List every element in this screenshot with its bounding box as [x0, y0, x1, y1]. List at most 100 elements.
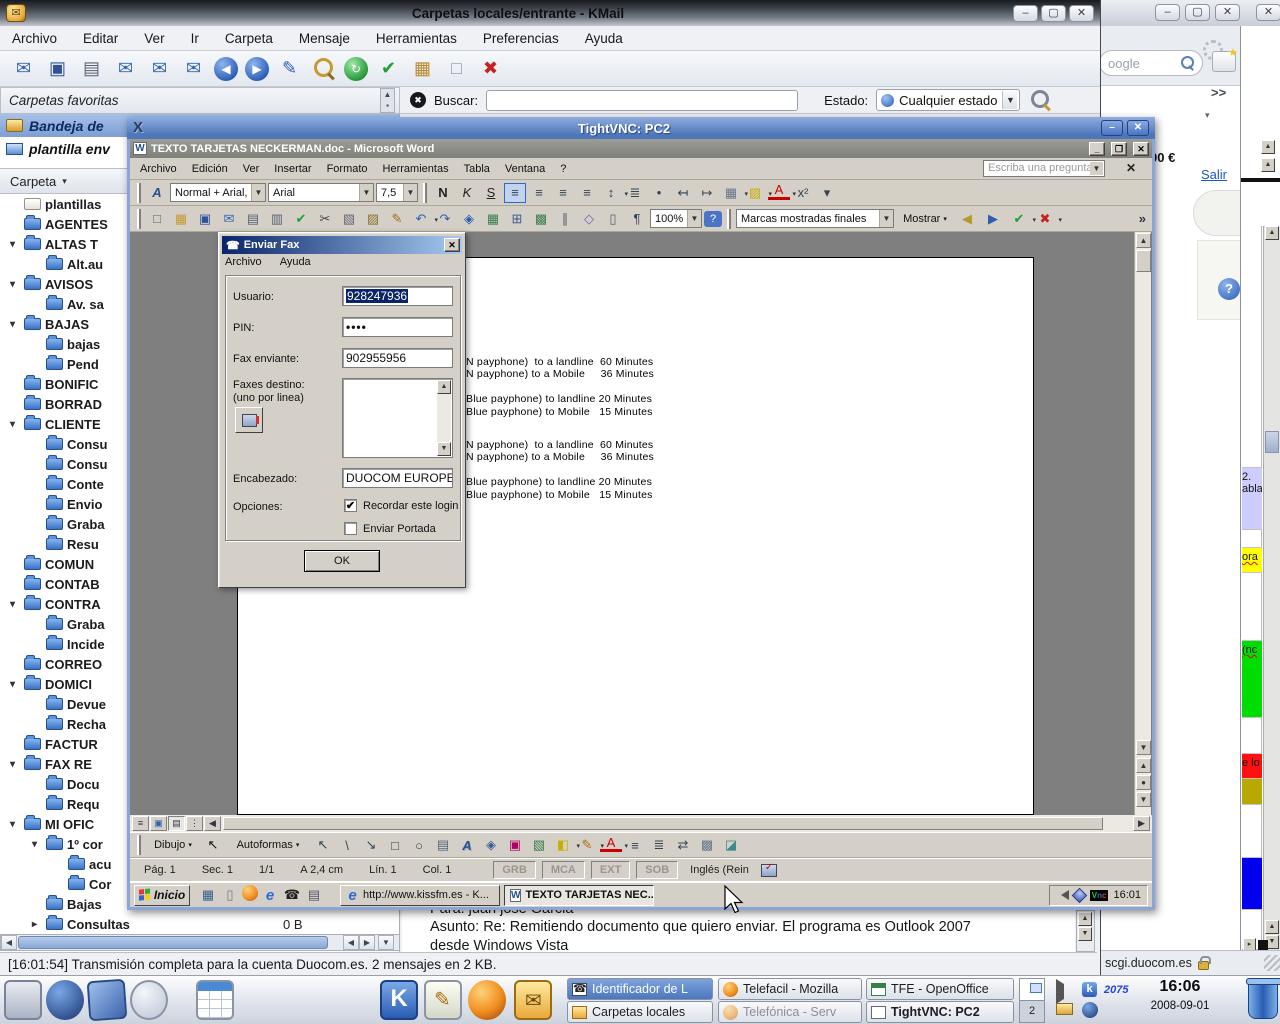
toolbar-overflow-icon[interactable]: >>	[1211, 85, 1226, 100]
revision-marks-combo[interactable]: Marcas mostradas finales▼	[736, 209, 894, 228]
task-identificador[interactable]: Identificador de L	[567, 978, 713, 1000]
ok-button[interactable]: OK	[304, 550, 380, 572]
spreadsheet-icon[interactable]	[196, 980, 234, 1020]
kmail-maximize-button[interactable]: ▢	[1041, 5, 1066, 22]
check-mail-icon[interactable]: ✉	[112, 55, 139, 82]
task-telefonica[interactable]: Telefónica - Serv	[718, 1001, 862, 1023]
line-color-icon[interactable]: ✎	[576, 835, 598, 855]
next-change-icon[interactable]: ▶	[982, 209, 1004, 229]
scroll-up-icon[interactable]: ▲	[1265, 226, 1279, 240]
accept-change-icon[interactable]: ✔	[1008, 209, 1030, 229]
diagram-icon[interactable]: ◈	[480, 835, 502, 855]
wordart-icon[interactable]: A	[456, 835, 478, 855]
word-close-button[interactable]: ✕	[1133, 142, 1149, 156]
pager-desktop-2[interactable]: 2	[1020, 1001, 1044, 1022]
clear-search-icon[interactable]: ✖	[410, 92, 426, 108]
folder-tree-item[interactable]: Consultas 0 B	[0, 914, 399, 934]
drawing-icon[interactable]: ◇	[578, 209, 600, 229]
browse-prev-icon[interactable]: ▲	[1136, 758, 1151, 773]
folder-horizontal-scrollbar[interactable]: ◀ ◀ ▶ ▼	[0, 934, 400, 951]
openoffice-icon[interactable]	[130, 980, 168, 1020]
approve-icon[interactable]: ✔	[375, 55, 402, 82]
bg-maximize-button[interactable]: ▢	[1185, 4, 1210, 21]
update-folder-icon[interactable]: ↻	[344, 57, 368, 81]
reject-change-icon[interactable]: ✖	[1034, 209, 1056, 229]
rectangle-icon[interactable]: □	[384, 835, 406, 855]
autoformas-dropdown[interactable]: Autoformas ▾	[226, 835, 310, 855]
word-menu-item[interactable]: Tabla	[464, 163, 490, 175]
sheet-cell[interactable]	[1242, 430, 1262, 468]
word-menu-item[interactable]: Ver	[243, 163, 260, 175]
trash-icon[interactable]	[1248, 981, 1278, 1019]
word-menu-item[interactable]: ?	[560, 163, 566, 175]
favorites-scrollbar[interactable]: ▲▪	[380, 88, 395, 113]
resize-grip[interactable]	[1264, 955, 1280, 971]
highlight-icon[interactable]: ▨	[744, 183, 766, 203]
sheet-cell[interactable]	[1242, 858, 1262, 910]
kwrite-icon[interactable]	[424, 980, 462, 1020]
outline-view-icon[interactable]: ⋮	[186, 816, 203, 831]
vnc-minimize-button[interactable]: –	[1101, 120, 1123, 136]
scrollbar-thumb[interactable]	[1265, 431, 1279, 453]
expand-arrow-icon[interactable]	[10, 599, 24, 610]
expand-arrow-icon[interactable]	[10, 679, 24, 690]
print-view-icon[interactable]: ▤	[168, 816, 185, 831]
new-tab-icon[interactable]	[1212, 51, 1236, 72]
dibujo-dropdown[interactable]: Dibujo ▾	[146, 835, 200, 855]
task-tightvnc[interactable]: TightVNC: PC2	[866, 1001, 1014, 1023]
sheet-cell[interactable]: (nc	[1242, 641, 1262, 718]
borders-icon[interactable]: ▦	[720, 183, 742, 203]
styles-icon[interactable]: A	[146, 183, 168, 203]
address-book-button[interactable]	[235, 407, 263, 433]
print-icon[interactable]: ▤	[78, 55, 105, 82]
expand-arrow-icon[interactable]	[10, 319, 24, 330]
word-menu-item[interactable]: Herramientas	[383, 163, 449, 175]
toolbar-grip3[interactable]	[137, 835, 141, 855]
line-spacing-icon[interactable]: ↕	[600, 183, 622, 203]
sheet-cell[interactable]: 2. abla	[1242, 468, 1262, 530]
search-icon[interactable]	[310, 55, 337, 82]
hscroll-thumb[interactable]	[223, 817, 1103, 830]
align-left-icon[interactable]: ≡	[504, 183, 526, 203]
menu-item[interactable]: Archivo	[12, 31, 57, 46]
browse-select-icon[interactable]: ●	[1136, 775, 1151, 790]
undo-icon[interactable]: ↶	[410, 209, 432, 229]
delete-icon[interactable]: ✖	[477, 55, 504, 82]
tray-app-icon[interactable]	[1072, 887, 1088, 903]
font-color-2-icon[interactable]: A	[600, 835, 622, 852]
status-toggle[interactable]: MCA	[542, 861, 585, 879]
bg-close-button[interactable]: ✕	[1215, 4, 1240, 21]
picture-icon[interactable]: ▧	[528, 835, 550, 855]
task-telefacil[interactable]: Telefacil - Mozilla	[718, 978, 862, 1000]
word-menu-item[interactable]: Ventana	[505, 163, 545, 175]
vnc-close-button[interactable]: ✕	[1127, 120, 1149, 136]
select-cursor-icon[interactable]: ↖	[202, 835, 224, 855]
fax-dialog-close-button[interactable]: ✕	[444, 238, 460, 252]
preview-scroll-up-icon[interactable]: ▲	[1078, 912, 1092, 926]
arrow-icon[interactable]: ↘	[360, 835, 382, 855]
expand-arrow-icon[interactable]	[10, 279, 24, 290]
insert-hyperlink-icon[interactable]: ◈	[458, 209, 480, 229]
fax-dialog-titlebar[interactable]: ☎ Enviar Fax ✕	[222, 236, 462, 254]
scroll-right-icon[interactable]: ▶	[1133, 816, 1150, 831]
more-buttons-icon[interactable]: ▾	[816, 183, 838, 203]
prev-change-icon[interactable]: ◀	[956, 209, 978, 229]
scroll-left-icon[interactable]: ◀	[1, 935, 17, 950]
increase-indent-icon[interactable]: ↦	[696, 183, 718, 203]
kmenu-icon[interactable]: K	[380, 980, 418, 1020]
sheet-scroll-up2-icon[interactable]: ▲	[1261, 158, 1275, 172]
vnc-tray-icon[interactable]: Vnc	[1090, 890, 1109, 901]
redo-icon[interactable]: ↷	[434, 209, 456, 229]
menu-item[interactable]: Ir	[191, 31, 199, 46]
document-map-icon[interactable]: ▯	[602, 209, 624, 229]
question-box[interactable]: Escriba una pregunta ▼	[983, 160, 1105, 177]
bg2-close-button[interactable]: ✕	[1256, 4, 1280, 21]
columns-icon[interactable]: ∥	[554, 209, 576, 229]
numbered-list-icon[interactable]: ≣	[624, 183, 646, 203]
menubar-close-icon[interactable]: ✕	[1126, 161, 1136, 175]
search-input[interactable]	[486, 90, 798, 111]
expand-arrow-icon[interactable]	[32, 839, 46, 850]
select-objects-icon[interactable]: ↖	[312, 835, 334, 855]
italic-icon[interactable]: K	[456, 183, 478, 203]
word-menu-item[interactable]: Archivo	[140, 163, 177, 175]
